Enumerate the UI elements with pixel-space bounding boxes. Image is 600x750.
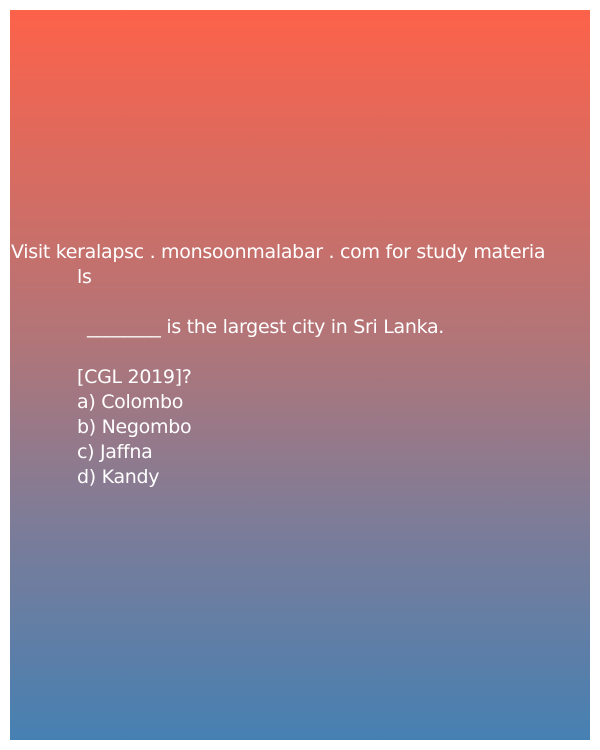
question-text: ________ is the largest city in Sri Lank… <box>87 316 445 338</box>
question-card: Visit keralapsc . monsoonmalabar . com f… <box>10 10 590 740</box>
option-a: a) Colombo <box>77 391 184 413</box>
option-c: c) Jaffna <box>77 441 153 463</box>
promo-text-line-1: Visit keralapsc . monsoonmalabar . com f… <box>11 241 546 263</box>
promo-text-line-2: ls <box>77 266 92 288</box>
option-d: d) Kandy <box>77 466 160 488</box>
exam-source: [CGL 2019]? <box>77 366 192 388</box>
option-b: b) Negombo <box>77 416 192 438</box>
